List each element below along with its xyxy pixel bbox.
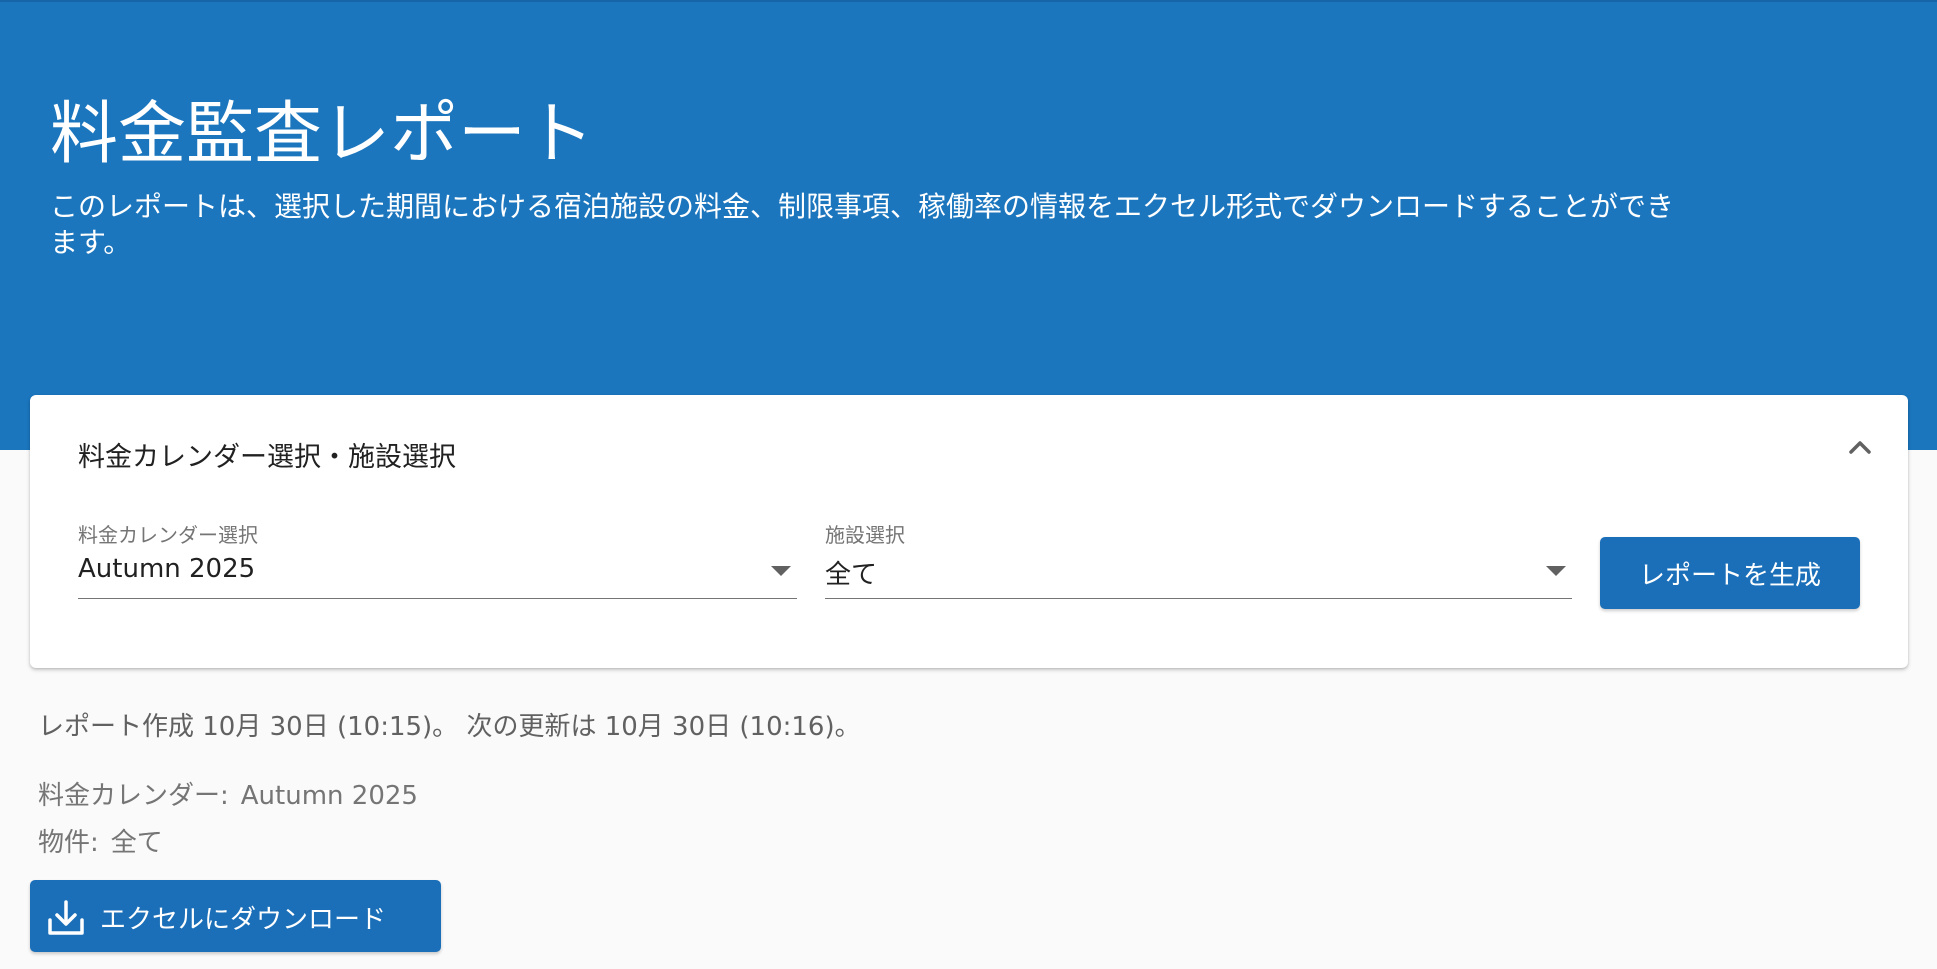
selection-card: 料金カレンダー選択・施設選択 料金カレンダー選択 Autumn 2025 施設選…: [30, 395, 1908, 668]
property-info: 物件: 全て: [38, 822, 163, 859]
calendar-select-value: Autumn 2025: [78, 554, 256, 584]
page-header: 料金監査レポート このレポートは、選択した期間における宿泊施設の料金、制限事項、…: [0, 0, 1937, 450]
report-status-text: レポート作成 10月 30日 (10:15)。 次の更新は 10月 30日 (1…: [38, 712, 861, 742]
calendar-select[interactable]: 料金カレンダー選択 Autumn 2025: [78, 519, 797, 599]
page-title: 料金監査レポート: [50, 95, 595, 174]
facility-select-label: 施設選択: [825, 523, 905, 547]
generate-report-button[interactable]: レポートを生成: [1600, 537, 1860, 609]
facility-select[interactable]: 施設選択 全て: [825, 519, 1572, 599]
card-title: 料金カレンダー選択・施設選択: [78, 442, 456, 473]
download-excel-button[interactable]: エクセルにダウンロード: [30, 880, 441, 952]
chevron-up-icon: [1849, 441, 1871, 454]
dropdown-arrow-icon: [771, 566, 791, 576]
calendar-select-label: 料金カレンダー選択: [78, 523, 258, 547]
collapse-button[interactable]: [1840, 428, 1880, 468]
facility-select-value: 全て: [825, 560, 878, 590]
property-info-label: 物件:: [38, 828, 99, 858]
calendar-info: 料金カレンダー: Autumn 2025: [38, 775, 418, 812]
download-icon: [48, 900, 84, 935]
calendar-info-value: Autumn 2025: [240, 781, 418, 811]
page-description: このレポートは、選択した期間における宿泊施設の料金、制限事項、稼働率の情報をエク…: [50, 190, 1675, 259]
property-info-value: 全て: [110, 828, 163, 858]
calendar-info-label: 料金カレンダー:: [38, 781, 229, 811]
dropdown-arrow-icon: [1546, 566, 1566, 576]
download-button-label: エクセルにダウンロード: [100, 905, 387, 935]
